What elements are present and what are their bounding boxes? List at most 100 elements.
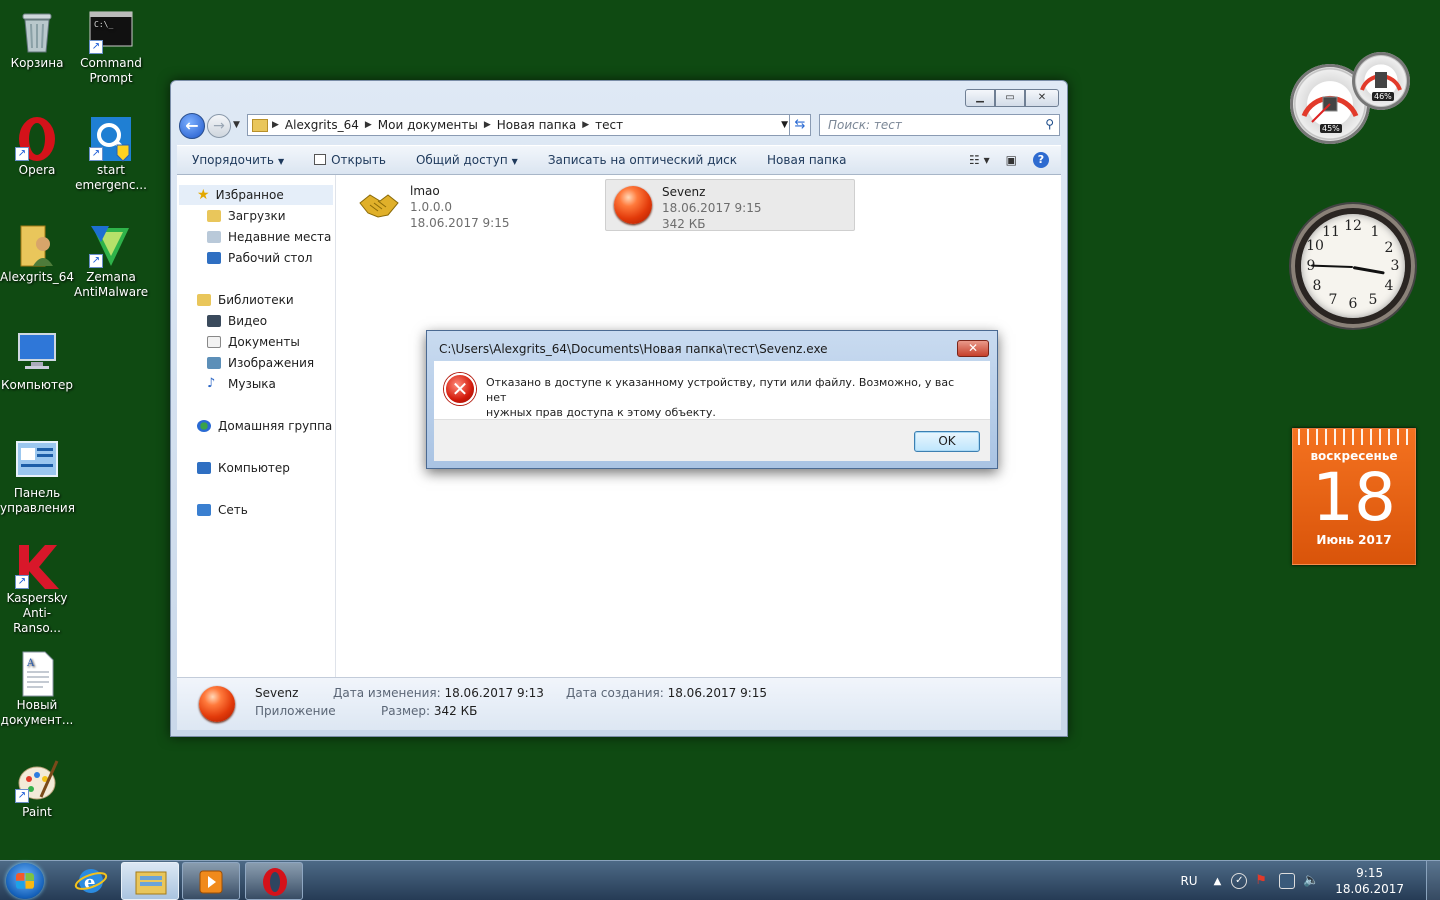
chevron-right-icon[interactable]: ▶ bbox=[484, 120, 491, 130]
cpu-meter-gadget[interactable]: 45% 46% bbox=[1290, 52, 1418, 144]
close-button[interactable]: ✕ bbox=[1025, 89, 1059, 107]
desktop-icon-recycle-bin[interactable]: Корзина bbox=[0, 8, 74, 71]
file-item[interactable]: lmao 1.0.0.0 18.06.2017 9:15 bbox=[352, 179, 602, 231]
desktop-icon-user-folder[interactable]: Alexgrits_64 bbox=[0, 222, 74, 285]
view-options-icon[interactable]: ☷ ▾ bbox=[969, 153, 990, 167]
breadcrumb-segment[interactable]: Alexgrits_64 bbox=[279, 118, 365, 132]
desktop-icon-control-panel[interactable]: Панель управления bbox=[0, 438, 75, 516]
desktop-icon-label: Панель управления bbox=[0, 486, 75, 515]
images-icon bbox=[207, 357, 221, 369]
share-button[interactable]: Общий доступ ▼ bbox=[401, 153, 533, 167]
volume-icon[interactable]: 🔈 bbox=[1303, 873, 1319, 889]
new-folder-button[interactable]: Новая папка bbox=[752, 153, 861, 167]
nav-images[interactable]: Изображения bbox=[207, 356, 314, 370]
nav-homegroup[interactable]: Домашняя группа bbox=[197, 419, 332, 433]
taskbar-explorer-button[interactable] bbox=[121, 862, 179, 900]
language-indicator[interactable]: RU bbox=[1180, 874, 1197, 888]
folder-icon bbox=[252, 118, 268, 132]
cpu-percent: 45% bbox=[1320, 124, 1342, 133]
open-button[interactable]: Открыть bbox=[299, 153, 401, 167]
chevron-right-icon[interactable]: ▶ bbox=[365, 120, 372, 130]
desktop-icon-kaspersky[interactable]: ↗ Kaspersky Anti-Ranso... bbox=[0, 543, 74, 636]
nav-recent[interactable]: Недавние места bbox=[207, 230, 331, 244]
documents-icon bbox=[207, 336, 221, 348]
desktop-icon-label: Paint bbox=[22, 805, 52, 819]
desktop-icon-start-emergency[interactable]: ↗ start emergenc... bbox=[74, 115, 148, 193]
show-hidden-icons[interactable]: ▲ bbox=[1214, 876, 1222, 887]
navigation-bar: ← → ▼ ▶ Alexgrits_64 ▶ Мои документы ▶ Н… bbox=[179, 113, 1060, 139]
details-created-value: 18.06.2017 9:15 bbox=[667, 686, 768, 700]
nav-libraries[interactable]: Библиотеки bbox=[197, 293, 294, 307]
open-icon bbox=[314, 154, 327, 165]
desktop-icon-zemana[interactable]: ↗ Zemana AntiMalware bbox=[74, 222, 148, 300]
calendar-gadget[interactable]: воскресенье 18 Июнь 2017 bbox=[1292, 428, 1416, 565]
flag-warning-icon[interactable]: ⚑ bbox=[1255, 873, 1271, 889]
desktop-icon-opera[interactable]: ↗ Opera bbox=[0, 115, 74, 178]
desktop-icon-command-prompt[interactable]: C:\_ ↗ Command Prompt bbox=[74, 8, 148, 86]
details-modified-value: 18.06.2017 9:13 bbox=[444, 686, 544, 700]
burn-button[interactable]: Записать на оптический диск bbox=[533, 153, 752, 167]
start-emergency-icon: ↗ bbox=[89, 115, 133, 162]
network-icon[interactable] bbox=[1279, 873, 1296, 889]
action-center-icon[interactable]: ✓ bbox=[1231, 873, 1248, 889]
dialog-message-line: нужных прав доступа к этому объекту. bbox=[486, 406, 716, 419]
breadcrumb-segment[interactable]: тест bbox=[589, 118, 629, 132]
nav-network[interactable]: Сеть bbox=[197, 503, 248, 517]
breadcrumb-segment[interactable]: Мои документы bbox=[372, 118, 484, 132]
file-date: 18.06.2017 9:15 bbox=[662, 201, 762, 215]
taskbar-opera-button[interactable] bbox=[245, 862, 303, 900]
nav-video[interactable]: Видео bbox=[207, 314, 267, 328]
nav-desktop[interactable]: Рабочий стол bbox=[207, 251, 312, 265]
forward-button[interactable]: → bbox=[207, 114, 231, 138]
desktop-icon-label: Zemana AntiMalware bbox=[74, 270, 149, 299]
paint-icon: ↗ bbox=[15, 757, 59, 803]
details-modified-label: Дата изменения: bbox=[333, 686, 441, 700]
chevron-right-icon[interactable]: ▶ bbox=[582, 120, 589, 130]
address-bar[interactable]: ▶ Alexgrits_64 ▶ Мои документы ▶ Новая п… bbox=[247, 114, 793, 136]
search-input[interactable]: Поиск: тест ⚲ bbox=[819, 114, 1060, 136]
show-desktop-button[interactable] bbox=[1426, 861, 1440, 900]
nav-label: Библиотеки bbox=[218, 293, 294, 307]
ok-button[interactable]: OK bbox=[914, 431, 980, 452]
open-label: Открыть bbox=[331, 153, 386, 167]
details-created-label: Дата создания: bbox=[566, 686, 664, 700]
start-button[interactable] bbox=[6, 863, 44, 899]
breadcrumb-segment[interactable]: Новая папка bbox=[491, 118, 582, 132]
clock-number: 6 bbox=[1348, 296, 1358, 312]
desktop-icon-paint[interactable]: ↗ Paint bbox=[0, 757, 74, 820]
file-name: Sevenz bbox=[662, 185, 706, 199]
taskbar-ie-button[interactable]: e bbox=[62, 862, 120, 900]
file-item-selected[interactable]: Sevenz 18.06.2017 9:15 342 КБ bbox=[605, 179, 855, 231]
search-icon[interactable]: ⚲ bbox=[1045, 117, 1054, 131]
nav-downloads[interactable]: Загрузки bbox=[207, 209, 286, 223]
back-button[interactable]: ← bbox=[179, 113, 205, 139]
chevron-right-icon[interactable]: ▶ bbox=[272, 120, 279, 130]
red-ball-icon bbox=[199, 686, 235, 722]
maximize-button[interactable]: ▭ bbox=[995, 89, 1025, 107]
preview-pane-icon[interactable]: ▣ bbox=[1006, 153, 1017, 167]
shortcut-arrow-icon: ↗ bbox=[15, 147, 29, 161]
details-type: Приложение bbox=[255, 704, 336, 718]
history-dropdown-icon[interactable]: ▼ bbox=[233, 120, 240, 130]
nav-music[interactable]: ♪ Музыка bbox=[207, 377, 276, 391]
minimize-button[interactable]: ▁ bbox=[965, 89, 995, 107]
dialog-close-button[interactable]: ✕ bbox=[957, 340, 989, 357]
help-icon[interactable]: ? bbox=[1033, 152, 1049, 168]
nav-favorites[interactable]: ★ Избранное bbox=[179, 185, 333, 205]
system-tray: RU ▲ ✓ ⚑ 🔈 9:15 18.06.2017 bbox=[1180, 861, 1440, 900]
desktop-icon-label: Компьютер bbox=[1, 378, 73, 392]
taskbar-media-player-button[interactable] bbox=[182, 862, 240, 900]
nav-computer[interactable]: Компьютер bbox=[197, 461, 290, 475]
desktop-icon-computer[interactable]: Компьютер bbox=[0, 330, 74, 393]
computer-icon bbox=[15, 330, 59, 374]
refresh-button[interactable]: ⇆ bbox=[789, 114, 811, 136]
music-icon: ♪ bbox=[207, 376, 216, 391]
desktop-icon-new-document[interactable]: A Новый документ... bbox=[0, 650, 74, 728]
desktop-icon-label: Корзина bbox=[10, 56, 64, 70]
clock-gadget[interactable]: 12 1 2 3 4 5 6 7 8 9 10 11 bbox=[1291, 204, 1415, 328]
taskbar-clock[interactable]: 9:15 18.06.2017 bbox=[1335, 865, 1404, 897]
nav-documents[interactable]: Документы bbox=[207, 335, 300, 349]
clock-number: 7 bbox=[1328, 292, 1338, 308]
chevron-down-icon[interactable]: ▼ bbox=[781, 120, 788, 130]
organize-button[interactable]: Упорядочить ▼ bbox=[177, 153, 299, 167]
